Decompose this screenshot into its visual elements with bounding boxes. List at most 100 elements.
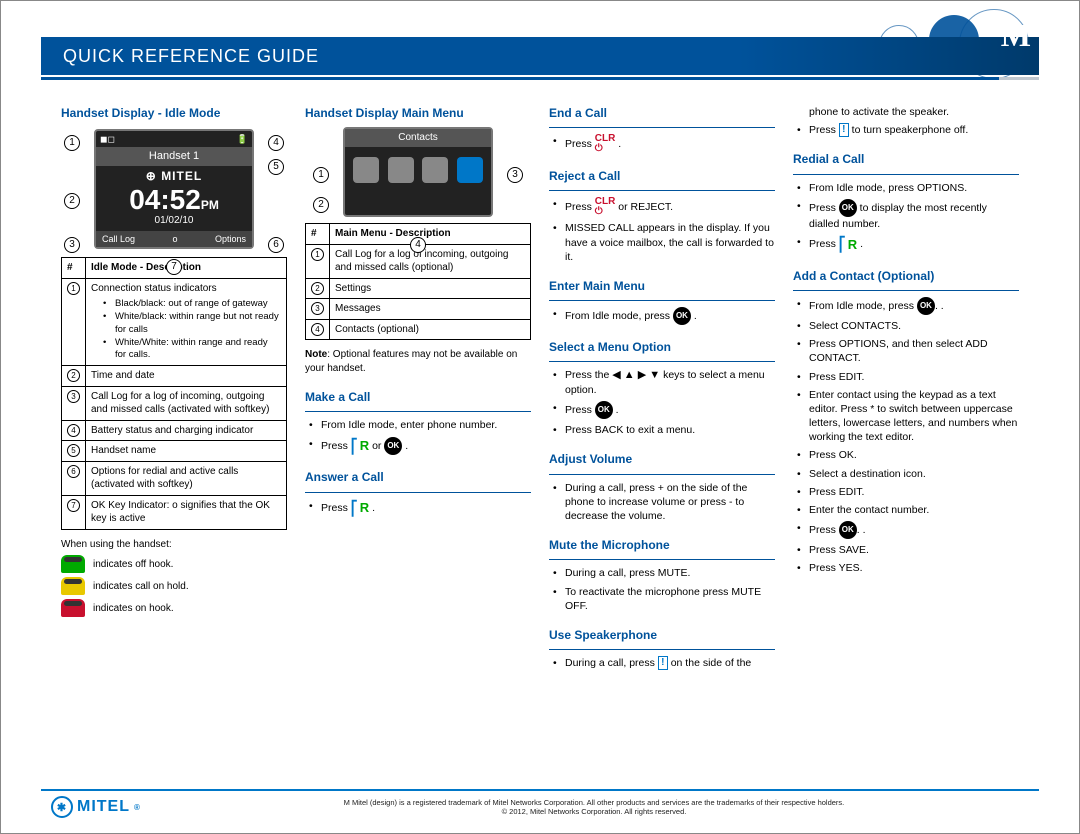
menu-calllog-icon [353, 157, 379, 183]
hook-on: indicates on hook. [61, 599, 287, 617]
list-item: Press BACK to exit a menu. [549, 423, 775, 437]
callout-2: 2 [313, 197, 329, 213]
green-r-icon: R [360, 499, 369, 517]
table-row: 2Settings [306, 278, 531, 299]
section-title: Reject a Call [549, 168, 775, 184]
table-row: 7OK Key Indicator: o signifies that the … [62, 495, 287, 529]
section-title: Enter Main Menu [549, 278, 775, 294]
section-title: Use Speakerphone [549, 627, 775, 643]
list-item: Press OPTIONS, and then select ADD CONTA… [793, 337, 1019, 365]
bracket-icon: ⎡ [351, 499, 358, 518]
section-title: Make a Call [305, 389, 531, 405]
callout-1: 1 [64, 135, 80, 151]
list-item: Press OK. . [793, 521, 1019, 539]
idle-mode-table: #Idle Mode - Description 1 Connection st… [61, 257, 287, 530]
list-item: Enter contact using the keypad as a text… [793, 388, 1019, 445]
list-item: From Idle mode, enter phone number. [305, 418, 531, 432]
list-item: Press EDIT. [793, 485, 1019, 499]
ok-icon: OK [384, 437, 402, 455]
column-2: Handset Display Main Menu 1 2 3 4 Contac… [305, 101, 531, 779]
optional-note: Note: Optional features may not be avail… [305, 348, 531, 375]
green-r-icon: R [848, 236, 857, 254]
phone-red-icon [61, 599, 85, 617]
section-title: End a Call [549, 105, 775, 121]
list-item: Press YES. [793, 561, 1019, 575]
list-item: Press ! to turn speakerphone off. [793, 123, 1019, 137]
exclaim-icon: ! [658, 656, 668, 670]
add-contact-list: From Idle mode, press OK. . Select CONTAC… [793, 297, 1019, 575]
callout-4: 4 [268, 135, 284, 151]
hook-off: indicates off hook. [61, 555, 287, 573]
list-item: Press OK. [793, 448, 1019, 462]
section-title: Mute the Microphone [549, 537, 775, 553]
exclaim-icon: ! [839, 123, 849, 137]
screen-handset-name: Handset 1 [96, 147, 252, 166]
footer-logo: ✱ MITEL® [51, 796, 141, 818]
bracket-icon: ⎡ [351, 437, 358, 456]
list-item: MISSED CALL appears in the display. If y… [549, 221, 775, 264]
list-item: During a call, press ! on the side of th… [549, 656, 775, 670]
callout-3: 3 [507, 167, 523, 183]
section-title: Answer a Call [305, 469, 531, 485]
list-item: During a call, press + on the side of th… [549, 481, 775, 524]
callout-6: 6 [268, 237, 284, 253]
list-item: Press the ◀ ▲ ▶ ▼ keys to select a menu … [549, 368, 775, 397]
ok-icon: OK [917, 297, 935, 315]
list-item: Enter the contact number. [793, 503, 1019, 517]
brand-logo-icon: M [1001, 17, 1031, 54]
header-underline [41, 77, 1039, 80]
idle-screen-diagram: 1 2 3 4 5 6 7 ◼◻🔋 Handset 1 ⊕ MITEL 04:5… [64, 129, 284, 249]
when-using-note: When using the handset: [61, 538, 287, 552]
ok-icon: OK [839, 199, 857, 217]
hook-hold: indicates call on hold. [61, 577, 287, 595]
ok-icon: OK [839, 521, 857, 539]
green-r-icon: R [360, 437, 369, 455]
callout-1: 1 [313, 167, 329, 183]
table-row: 3Call Log for a log of incoming, outgoin… [62, 386, 287, 420]
section-title: Adjust Volume [549, 451, 775, 467]
ok-icon: OK [673, 307, 691, 325]
page: M QUICK REFERENCE GUIDE Handset Display … [0, 0, 1080, 834]
table-row: 5Handset name [62, 441, 287, 462]
table-row: 4Battery status and charging indicator [62, 420, 287, 441]
list-item: From Idle mode, press OK. . [793, 297, 1019, 315]
bracket-icon: ⎡ [839, 235, 846, 254]
table-row: 3Messages [306, 299, 531, 320]
table-row: 1 Connection status indicators Black/bla… [62, 278, 287, 366]
table-row: 4Contacts (optional) [306, 319, 531, 340]
menu-contacts-icon [457, 157, 483, 183]
list-item: Press EDIT. [793, 370, 1019, 384]
menu-settings-icon [388, 157, 414, 183]
section-title: Select a Menu Option [549, 339, 775, 355]
clr-icon: CLR⏻ [595, 134, 616, 154]
list-item: During a call, press MUTE. [549, 566, 775, 580]
section-title: Add a Contact (Optional) [793, 268, 1019, 284]
continued-text: phone to activate the speaker. [793, 105, 1019, 119]
list-item: Press SAVE. [793, 543, 1019, 557]
list-item: To reactivate the microphone press MUTE … [549, 585, 775, 613]
footer-copyright: M Mitel (design) is a registered tradema… [159, 798, 1029, 816]
column-1: Handset Display - Idle Mode 1 2 3 4 5 6 … [61, 101, 287, 779]
table-row: 2Time and date [62, 366, 287, 387]
list-item: Press OK to display the most recently di… [793, 199, 1019, 231]
page-title: QUICK REFERENCE GUIDE [63, 46, 319, 67]
list-item: Press ⎡R or OK . [305, 437, 531, 456]
list-item: From Idle mode, press OPTIONS. [793, 181, 1019, 195]
section-title: Redial a Call [793, 151, 1019, 167]
idle-screen: ◼◻🔋 Handset 1 ⊕ MITEL 04:52PM 01/02/10 C… [94, 129, 254, 249]
callout-3: 3 [64, 237, 80, 253]
list-item: Press ⎡R . [305, 499, 531, 518]
phone-yellow-icon [61, 577, 85, 595]
list-item: Press ⎡R . [793, 235, 1019, 254]
main-menu-diagram: 1 2 3 4 Contacts [313, 127, 523, 217]
callout-5: 5 [268, 159, 284, 175]
footer-logo-icon: ✱ [51, 796, 73, 818]
list-item: Select CONTACTS. [793, 319, 1019, 333]
list-item: Press OK . [549, 401, 775, 419]
nav-arrows-icon: ◀ ▲ ▶ ▼ [612, 369, 660, 381]
section-title: Handset Display - Idle Mode [61, 105, 287, 121]
phone-green-icon [61, 555, 85, 573]
header-bar: QUICK REFERENCE GUIDE [41, 37, 1039, 75]
callout-2: 2 [64, 193, 80, 209]
column-4: phone to activate the speaker. Press ! t… [793, 101, 1019, 779]
